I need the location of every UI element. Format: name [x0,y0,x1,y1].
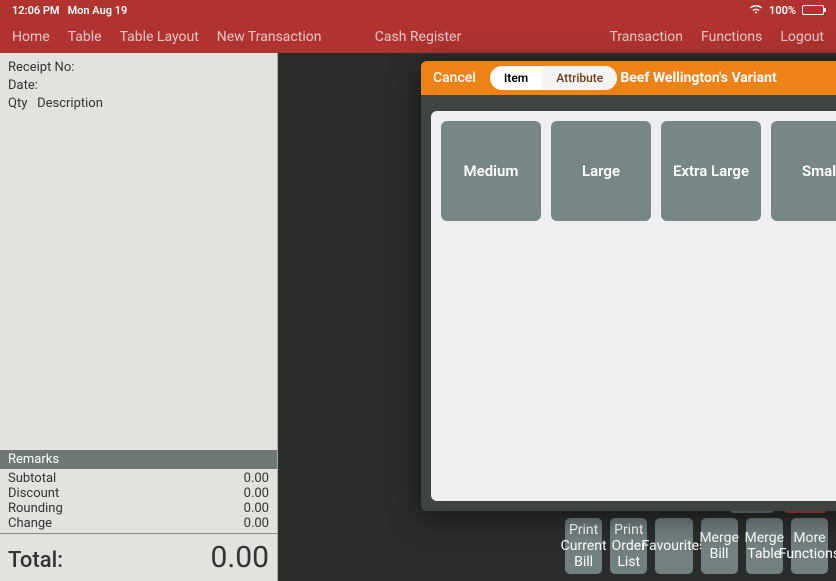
variant-modal: Cancel Item Attribute Beef Wellington's … [421,61,836,511]
variant-label: Small [802,162,836,180]
change-value: 0.00 [244,516,269,531]
status-bar: 12:06 PM Mon Aug 19 100% [0,0,836,20]
variant-panel: Medium Large Extra Large Small [431,111,836,501]
top-nav: Home Table Table Layout New Transaction … [0,20,836,53]
receipt-lines [0,120,277,450]
segment-item[interactable]: Item [490,66,542,90]
cancel-button[interactable]: Cancel [433,70,476,86]
total-label: Total: [8,548,63,573]
page-title: Cash Register [375,29,461,45]
segment-control: Item Attribute [490,66,617,90]
variant-label: Medium [464,162,519,180]
receipt-date-label: Date: [8,77,269,95]
wifi-icon [749,4,763,17]
nav-transaction[interactable]: Transaction [610,29,684,45]
receipt-qty-header: Qty [8,96,27,111]
nav-logout[interactable]: Logout [780,29,824,45]
variant-label: Extra Large [673,162,749,180]
remarks-header: Remarks [0,450,277,469]
nav-home[interactable]: Home [12,29,50,45]
variant-small[interactable]: Small [771,121,836,221]
receipt-no-label: Receipt No: [8,59,269,77]
nav-table[interactable]: Table [68,29,102,45]
subtotal-label: Subtotal [8,471,56,486]
nav-table-layout[interactable]: Table Layout [120,29,199,45]
receipt-desc-header: Description [37,96,103,111]
discount-label: Discount [8,486,59,501]
status-time: 12:06 PM [12,4,60,17]
receipt-panel: Receipt No: Date: Qty Description Remark… [0,53,278,581]
subtotal-value: 0.00 [244,471,269,486]
nav-new-transaction[interactable]: New Transaction [217,29,322,45]
variant-medium[interactable]: Medium [441,121,541,221]
variant-extra-large[interactable]: Extra Large [661,121,761,221]
status-date: Mon Aug 19 [68,4,128,17]
segment-attribute[interactable]: Attribute [542,66,617,90]
total-value: 0.00 [211,540,270,575]
battery-percent: 100% [769,4,796,17]
nav-functions[interactable]: Functions [701,29,762,45]
rounding-label: Rounding [8,501,63,516]
rounding-value: 0.00 [244,501,269,516]
modal-title: Beef Wellington's Variant [620,70,776,86]
variant-label: Large [582,162,620,180]
discount-value: 0.00 [244,486,269,501]
battery-icon [802,5,824,15]
change-label: Change [8,516,52,531]
variant-large[interactable]: Large [551,121,651,221]
